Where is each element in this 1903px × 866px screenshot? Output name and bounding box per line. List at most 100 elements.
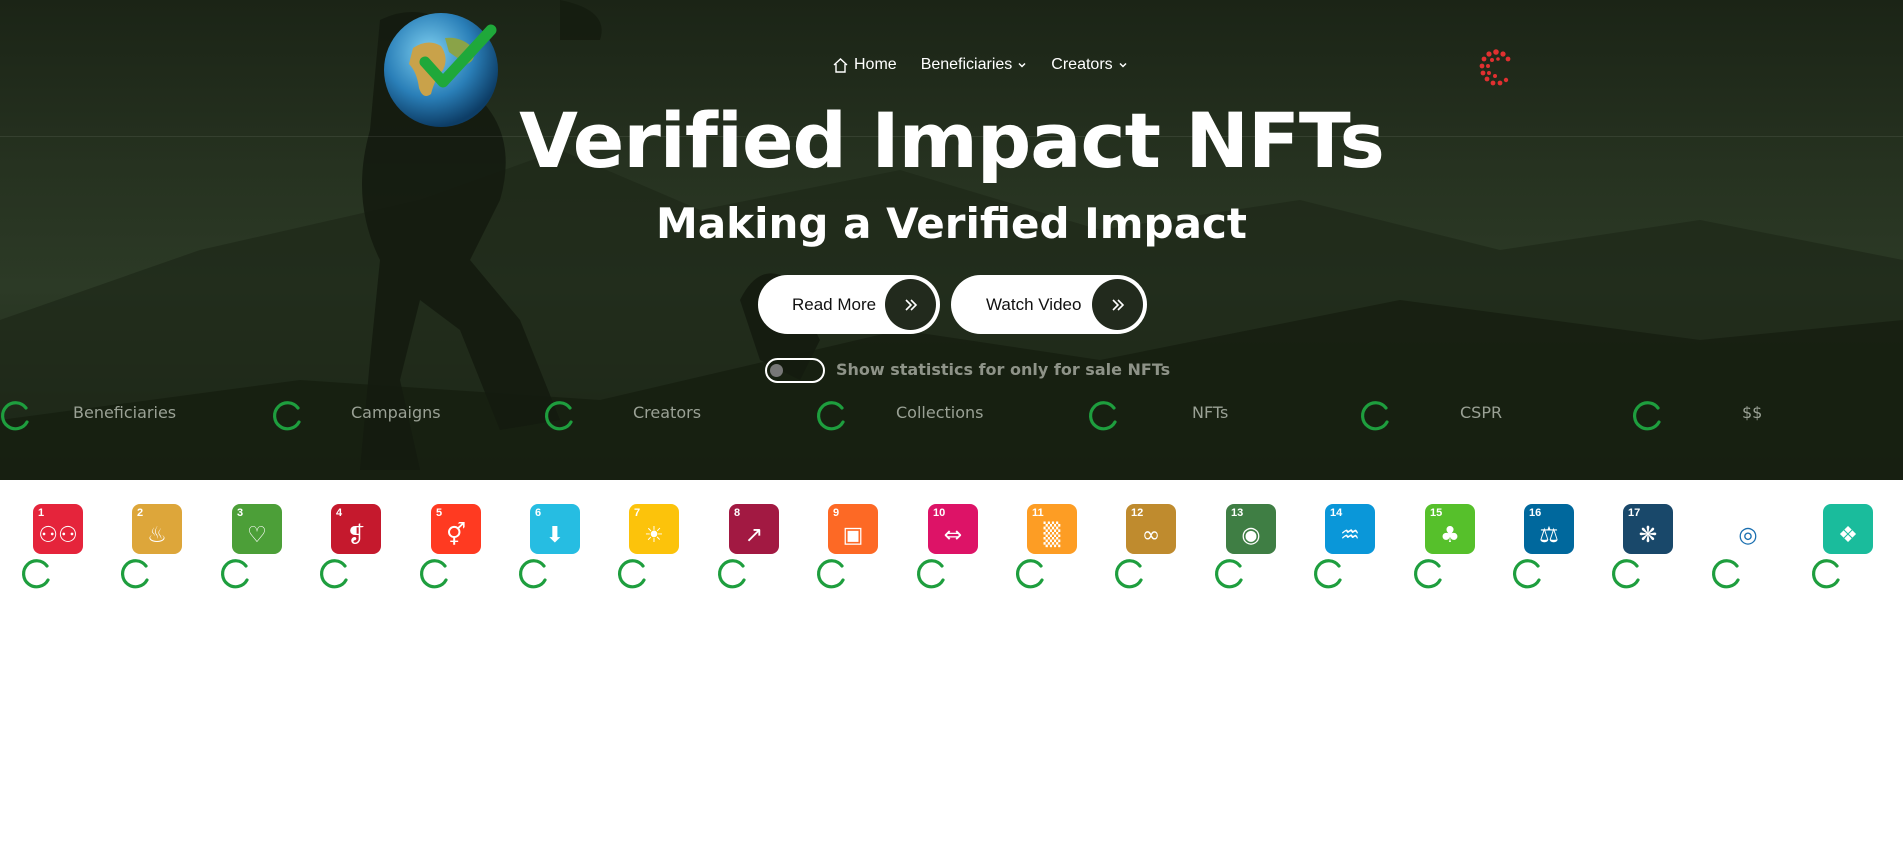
home-icon [832,57,849,74]
loading-spinner-icon [816,401,845,431]
loading-spinner-icon [120,559,149,589]
watch-video-button[interactable]: Watch Video [951,275,1147,334]
stat-label: Collections [896,403,984,422]
read-more-button[interactable]: Read More [758,275,940,334]
loading-spinner-icon [1413,559,1442,589]
flower-icon: ❋ [1638,523,1658,548]
sdg-goal-3[interactable]: 3 ♡ [220,504,284,589]
sdg-number: 3 [237,507,244,519]
book-icon: ❡ [346,523,366,548]
equality-icon: ⇔ [943,523,963,548]
sdg-tile[interactable]: 14 ♒ [1325,504,1375,554]
heartbeat-icon: ♡ [247,523,267,548]
loading-spinner-icon [1811,559,1840,589]
nav-home[interactable]: Home [832,56,897,74]
sdg-number: 15 [1430,507,1443,519]
sdg-number: 5 [436,507,443,519]
loading-spinner-icon [518,559,547,589]
loading-spinner-icon [1611,559,1640,589]
sdg-goal-16[interactable]: 16 ⚖ [1512,504,1576,589]
sdg-tile[interactable]: 12 ∞ [1126,504,1176,554]
stat-label: Campaigns [351,403,441,422]
sdg-number: 2 [137,507,144,519]
sdg-number: 14 [1330,507,1343,519]
loading-spinner-icon [816,559,845,589]
sdg-tile[interactable]: ❖ [1823,504,1873,554]
sdg-number: 1 [38,507,45,519]
loading-spinner-icon [1114,559,1143,589]
sdg-goal-14[interactable]: 14 ♒ [1313,504,1377,589]
sdg-goal-12[interactable]: 12 ∞ [1114,504,1178,589]
sdg-tile[interactable]: 6 ⬇ [530,504,580,554]
loading-spinner-icon [1015,559,1044,589]
sdg-number: 4 [336,507,343,519]
nav-beneficiaries[interactable]: Beneficiaries [921,56,1028,74]
page-subtitle: Making a Verified Impact [656,199,1247,248]
sdg-goal-8[interactable]: 8 ↗ [717,504,781,589]
stat-label: CSPR [1460,403,1503,422]
nav-home-label: Home [854,56,897,73]
sdg-goal-6[interactable]: 6 ⬇ [518,504,582,589]
sdg-number: 7 [634,507,641,519]
sdg-goal-all[interactable]: ◎ [1711,504,1775,589]
stat-label: Creators [633,403,702,422]
water-icon: ⬇ [545,523,565,548]
sdg-goal-15[interactable]: 15 ♣ [1413,504,1477,589]
sdg-tile[interactable]: 16 ⚖ [1524,504,1574,554]
sdg-tile[interactable]: 5 ⚥ [431,504,481,554]
sdg-goal-other[interactable]: ❖ [1811,504,1875,589]
growth-chart-icon: ↗ [744,523,764,548]
nav-creators[interactable]: Creators [1051,56,1127,74]
sdg-tile[interactable]: 13 ◉ [1226,504,1276,554]
tree-icon: ♣ [1440,523,1460,548]
sdg-goal-7[interactable]: 7 ☀ [617,504,681,589]
sdg-tile[interactable]: 4 ❡ [331,504,381,554]
nav-creators-label: Creators [1051,56,1113,73]
chevron-down-icon [1118,60,1128,70]
sdg-number: 17 [1628,507,1641,519]
sdg-goal-11[interactable]: 11 ▒ [1015,504,1079,589]
loading-spinner-icon [717,559,746,589]
sdg-goal-2[interactable]: 2 ♨ [120,504,184,589]
for-sale-toggle[interactable] [765,358,825,383]
sdg-tile[interactable]: 9 ▣ [828,504,878,554]
sdg-tile[interactable]: 10 ⇔ [928,504,978,554]
stat-label: NFTs [1192,403,1229,422]
sdg-tile[interactable]: 17 ❋ [1623,504,1673,554]
sdg-tile[interactable]: 7 ☀ [629,504,679,554]
gender-icon: ⚥ [446,523,466,548]
sdg-tile[interactable]: 11 ▒ [1027,504,1077,554]
infinity-icon: ∞ [1141,523,1161,548]
loading-spinner-icon [319,559,348,589]
sdg-goal-10[interactable]: 10 ⇔ [916,504,980,589]
sdg-tile[interactable]: 8 ↗ [729,504,779,554]
sdg-goal-9[interactable]: 9 ▣ [816,504,880,589]
loading-spinner-icon [419,559,448,589]
stat-label: $$ [1742,403,1763,422]
read-more-label: Read More [792,294,877,314]
sdg-number: 16 [1529,507,1542,519]
toggle-label: Show statistics for only for sale NFTs [836,360,1171,379]
sdg-tile[interactable]: ◎ [1723,504,1773,554]
sdg-goal-5[interactable]: 5 ⚥ [419,504,483,589]
loading-spinner-icon [220,559,249,589]
sdg-goal-4[interactable]: 4 ❡ [319,504,383,589]
loading-spinner-icon [1088,401,1117,431]
sdg-number: 9 [833,507,840,519]
sdg-number: 11 [1032,507,1044,519]
sdg-tile[interactable]: 2 ♨ [132,504,182,554]
loading-spinner-icon [544,401,573,431]
sun-icon: ☀ [644,523,664,548]
people-icon: ⚇⚇ [38,523,78,548]
sdg-number: 12 [1131,507,1144,519]
sdg-goal-1[interactable]: 1 ⚇⚇ [21,504,85,589]
sdg-goal-13[interactable]: 13 ◉ [1214,504,1278,589]
sdg-tile[interactable]: 1 ⚇⚇ [33,504,83,554]
sdg-goal-17[interactable]: 17 ❋ [1611,504,1675,589]
sdg-tile[interactable]: 3 ♡ [232,504,282,554]
sdg-tile[interactable]: 15 ♣ [1425,504,1475,554]
loading-spinner-icon [617,559,646,589]
toggle-knob [770,364,783,377]
loading-spinner-icon [1512,559,1541,589]
sdg-number: 6 [535,507,542,519]
